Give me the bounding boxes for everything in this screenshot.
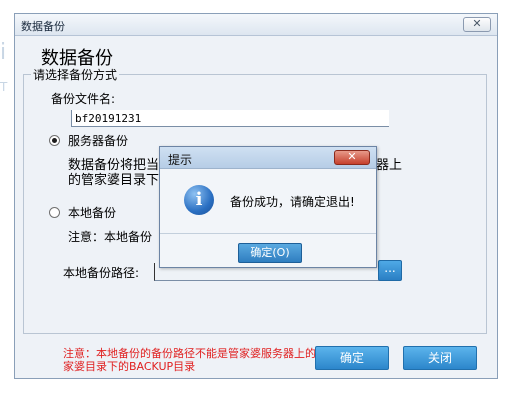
- info-icon: i: [184, 185, 214, 215]
- window-close-button[interactable]: ✕: [463, 17, 491, 32]
- group-legend: 请选择备份方式: [31, 66, 120, 83]
- server-backup-desc-line2: 的管家婆目录下: [68, 173, 160, 188]
- filename-input[interactable]: [71, 110, 389, 127]
- local-backup-radio[interactable]: [49, 207, 60, 218]
- background-fragment: T: [0, 80, 8, 94]
- window-titlebar: 数据备份 ✕: [15, 14, 497, 36]
- close-icon: ✕: [347, 150, 357, 163]
- confirm-button[interactable]: 确定: [315, 346, 389, 370]
- dialog-ok-button[interactable]: 确定(O): [238, 243, 302, 263]
- backup-window: 数据备份 ✕ 数据备份 请选择备份方式 备份文件名: 服务器备份 数据备份将把当…: [14, 13, 498, 379]
- window-title: 数据备份: [21, 20, 65, 33]
- background-fragment: i: [0, 40, 7, 65]
- message-dialog: 提示 ✕ i 备份成功，请确定退出! 确定(O): [159, 146, 377, 268]
- dialog-title: 提示: [168, 153, 193, 167]
- browse-button[interactable]: ...: [378, 260, 402, 281]
- local-path-label: 本地备份路径:: [63, 266, 140, 280]
- dialog-divider: [160, 233, 376, 234]
- server-backup-label[interactable]: 服务器备份: [68, 132, 128, 149]
- dialog-message: 备份成功，请确定退出!: [230, 195, 355, 209]
- dialog-titlebar: 提示 ✕: [160, 147, 376, 169]
- close-icon: ✕: [472, 17, 482, 30]
- footer-warning: 注意：本地备份的备份路径不能是管家婆服务器上的管家婆目录下的BACKUP目录: [63, 347, 327, 373]
- dialog-close-button[interactable]: ✕: [334, 150, 370, 165]
- server-backup-radio[interactable]: [49, 135, 60, 146]
- local-backup-note: 注意：本地备份: [68, 230, 153, 244]
- filename-label: 备份文件名:: [51, 92, 116, 106]
- local-backup-label[interactable]: 本地备份: [68, 204, 116, 221]
- close-button[interactable]: 关闭: [403, 346, 477, 370]
